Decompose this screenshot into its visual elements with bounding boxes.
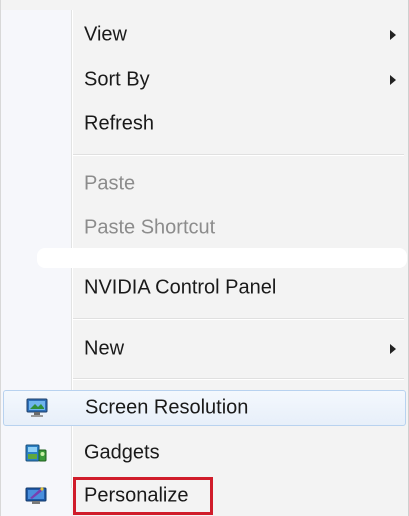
menu-item-view[interactable]: View: [3, 17, 406, 53]
redacted-area: [37, 248, 407, 268]
menu-item-label: View: [84, 23, 127, 46]
gadgets-icon: [25, 443, 47, 463]
submenu-arrow-icon: [390, 30, 396, 40]
menu-item-label: Gadgets: [84, 441, 160, 464]
menu-separator: [73, 154, 404, 156]
menu-top-edge: [1, 0, 408, 10]
screen-resolution-icon: [26, 398, 48, 418]
menu-item-label: NVIDIA Control Panel: [84, 276, 277, 299]
highlight-box: [73, 477, 213, 515]
menu-item-label: Sort By: [84, 68, 150, 91]
menu-separator: [73, 378, 404, 380]
menu-item-new[interactable]: New: [3, 331, 406, 367]
menu-item-refresh[interactable]: Refresh: [3, 106, 406, 142]
context-menu: View Sort By Refresh Paste Paste Shortcu…: [0, 0, 409, 516]
menu-item-label: Refresh: [84, 112, 155, 135]
submenu-arrow-icon: [390, 344, 396, 354]
menu-item-label: Paste Shortcut: [84, 216, 216, 239]
menu-item-gadgets[interactable]: Gadgets: [3, 435, 406, 471]
menu-item-screen-resolution[interactable]: Screen Resolution: [3, 390, 406, 426]
personalize-icon: [25, 486, 47, 506]
menu-item-sort-by[interactable]: Sort By: [3, 62, 406, 98]
menu-item-paste[interactable]: Paste: [3, 166, 406, 202]
menu-item-label: Screen Resolution: [85, 396, 249, 419]
menu-item-paste-shortcut[interactable]: Paste Shortcut: [3, 210, 406, 246]
submenu-arrow-icon: [390, 75, 396, 85]
menu-item-label: New: [84, 337, 125, 360]
menu-item-nvidia-control-panel[interactable]: NVIDIA Control Panel: [3, 270, 406, 306]
menu-separator: [73, 318, 404, 320]
menu-item-label: Paste: [84, 172, 136, 195]
